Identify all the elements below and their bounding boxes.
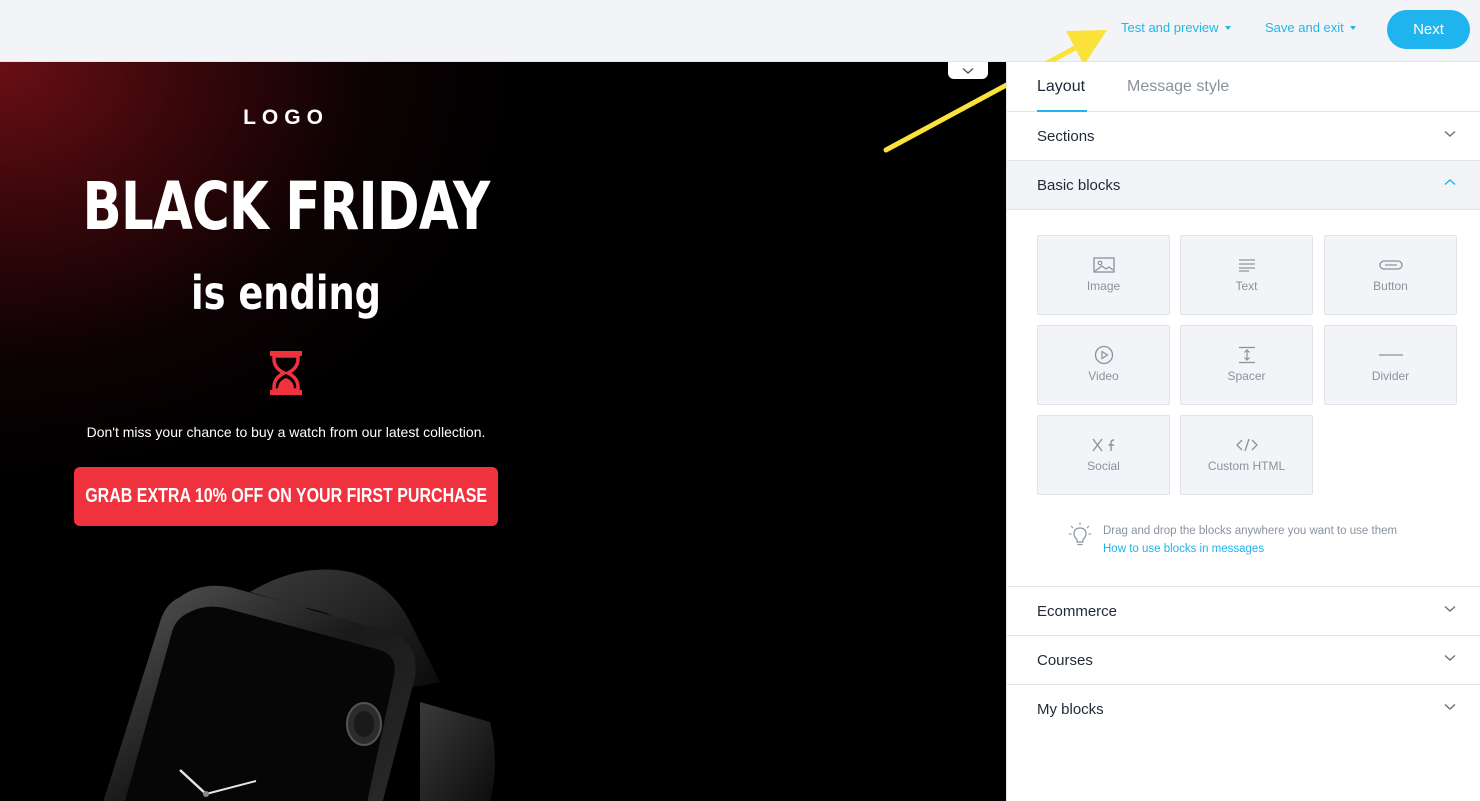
block-button[interactable]: Button bbox=[1324, 235, 1457, 315]
email-description: Don't miss your chance to buy a watch fr… bbox=[86, 424, 486, 440]
chevron-down-icon bbox=[962, 67, 974, 74]
block-spacer[interactable]: Spacer bbox=[1180, 325, 1313, 405]
section-label: Ecommerce bbox=[1037, 602, 1118, 620]
button-icon bbox=[1378, 260, 1403, 270]
panel-tabs: Layout Message style bbox=[1007, 62, 1480, 112]
blocks-hint: Drag and drop the blocks anywhere you wa… bbox=[1069, 522, 1397, 558]
block-label: Custom HTML bbox=[1207, 459, 1286, 473]
how-to-use-blocks-link[interactable]: How to use blocks in messages bbox=[1103, 540, 1397, 558]
block-text[interactable]: Text bbox=[1180, 235, 1313, 315]
basic-blocks-grid: Image Text Button Video Spacer Divider S… bbox=[1007, 210, 1480, 587]
section-courses[interactable]: Courses bbox=[1007, 636, 1480, 685]
section-label: Basic blocks bbox=[1037, 176, 1121, 194]
caret-down-icon bbox=[1349, 26, 1356, 30]
block-label: Social bbox=[1087, 459, 1120, 473]
chevron-down-icon bbox=[1444, 130, 1456, 137]
tab-layout[interactable]: Layout bbox=[1037, 78, 1088, 112]
section-ecommerce[interactable]: Ecommerce bbox=[1007, 587, 1480, 636]
section-label: Sections bbox=[1037, 127, 1095, 145]
block-divider[interactable]: Divider bbox=[1324, 325, 1457, 405]
block-image[interactable]: Image bbox=[1037, 235, 1170, 315]
chevron-down-icon bbox=[1444, 654, 1456, 661]
section-label: Courses bbox=[1037, 651, 1093, 669]
block-label: Image bbox=[1086, 279, 1121, 293]
blocks-panel: Layout Message style Sections Basic bloc… bbox=[1006, 62, 1480, 801]
code-icon bbox=[1235, 438, 1258, 452]
tab-message-style[interactable]: Message style bbox=[1127, 78, 1229, 96]
top-bar: Test and preview Save and exit Next bbox=[0, 0, 1480, 62]
test-and-preview-dropdown[interactable]: Test and preview bbox=[1121, 20, 1231, 35]
block-label: Text bbox=[1235, 279, 1258, 293]
spacer-icon bbox=[1238, 346, 1255, 364]
hourglass-icon bbox=[270, 351, 302, 395]
block-label: Spacer bbox=[1227, 369, 1266, 383]
cta-label: GRAB EXTRA 10% OFF ON YOUR FIRST PURCHAS… bbox=[85, 485, 487, 507]
text-icon bbox=[1238, 259, 1255, 272]
email-canvas[interactable]: LOGO BLACK FRIDAY is ending Don't miss y… bbox=[0, 62, 1006, 801]
lightbulb-icon bbox=[1069, 522, 1091, 546]
section-label: My blocks bbox=[1037, 701, 1104, 718]
collapse-toggle[interactable] bbox=[948, 62, 988, 79]
block-custom-html[interactable]: Custom HTML bbox=[1180, 415, 1313, 495]
block-video[interactable]: Video bbox=[1037, 325, 1170, 405]
test-and-preview-label: Test and preview bbox=[1121, 20, 1219, 35]
divider-icon bbox=[1378, 354, 1403, 356]
save-and-exit-dropdown[interactable]: Save and exit bbox=[1265, 20, 1356, 35]
caret-down-icon bbox=[1224, 26, 1231, 30]
email-subheadline: is ending bbox=[191, 266, 381, 320]
chevron-up-icon bbox=[1444, 179, 1456, 186]
email-headline: BLACK FRIDAY bbox=[82, 168, 490, 245]
video-icon bbox=[1094, 345, 1113, 365]
block-label: Divider bbox=[1371, 369, 1410, 383]
section-basic-blocks[interactable]: Basic blocks bbox=[1007, 161, 1480, 210]
chevron-down-icon bbox=[1444, 703, 1456, 710]
section-my-blocks[interactable]: My blocks bbox=[1007, 685, 1480, 734]
chevron-down-icon bbox=[1444, 605, 1456, 612]
save-and-exit-label: Save and exit bbox=[1265, 20, 1344, 35]
email-logo: LOGO bbox=[243, 106, 329, 129]
block-label: Button bbox=[1373, 279, 1408, 293]
block-label: Video bbox=[1088, 369, 1119, 383]
smartwatch-image bbox=[103, 569, 495, 801]
next-button[interactable]: Next bbox=[1387, 10, 1470, 49]
cta-button[interactable]: GRAB EXTRA 10% OFF ON YOUR FIRST PURCHAS… bbox=[74, 467, 498, 526]
image-icon bbox=[1092, 257, 1115, 273]
social-icon bbox=[1091, 438, 1114, 452]
block-social[interactable]: Social bbox=[1037, 415, 1170, 495]
hint-text: Drag and drop the blocks anywhere you wa… bbox=[1103, 525, 1398, 537]
section-sections[interactable]: Sections bbox=[1007, 112, 1480, 161]
